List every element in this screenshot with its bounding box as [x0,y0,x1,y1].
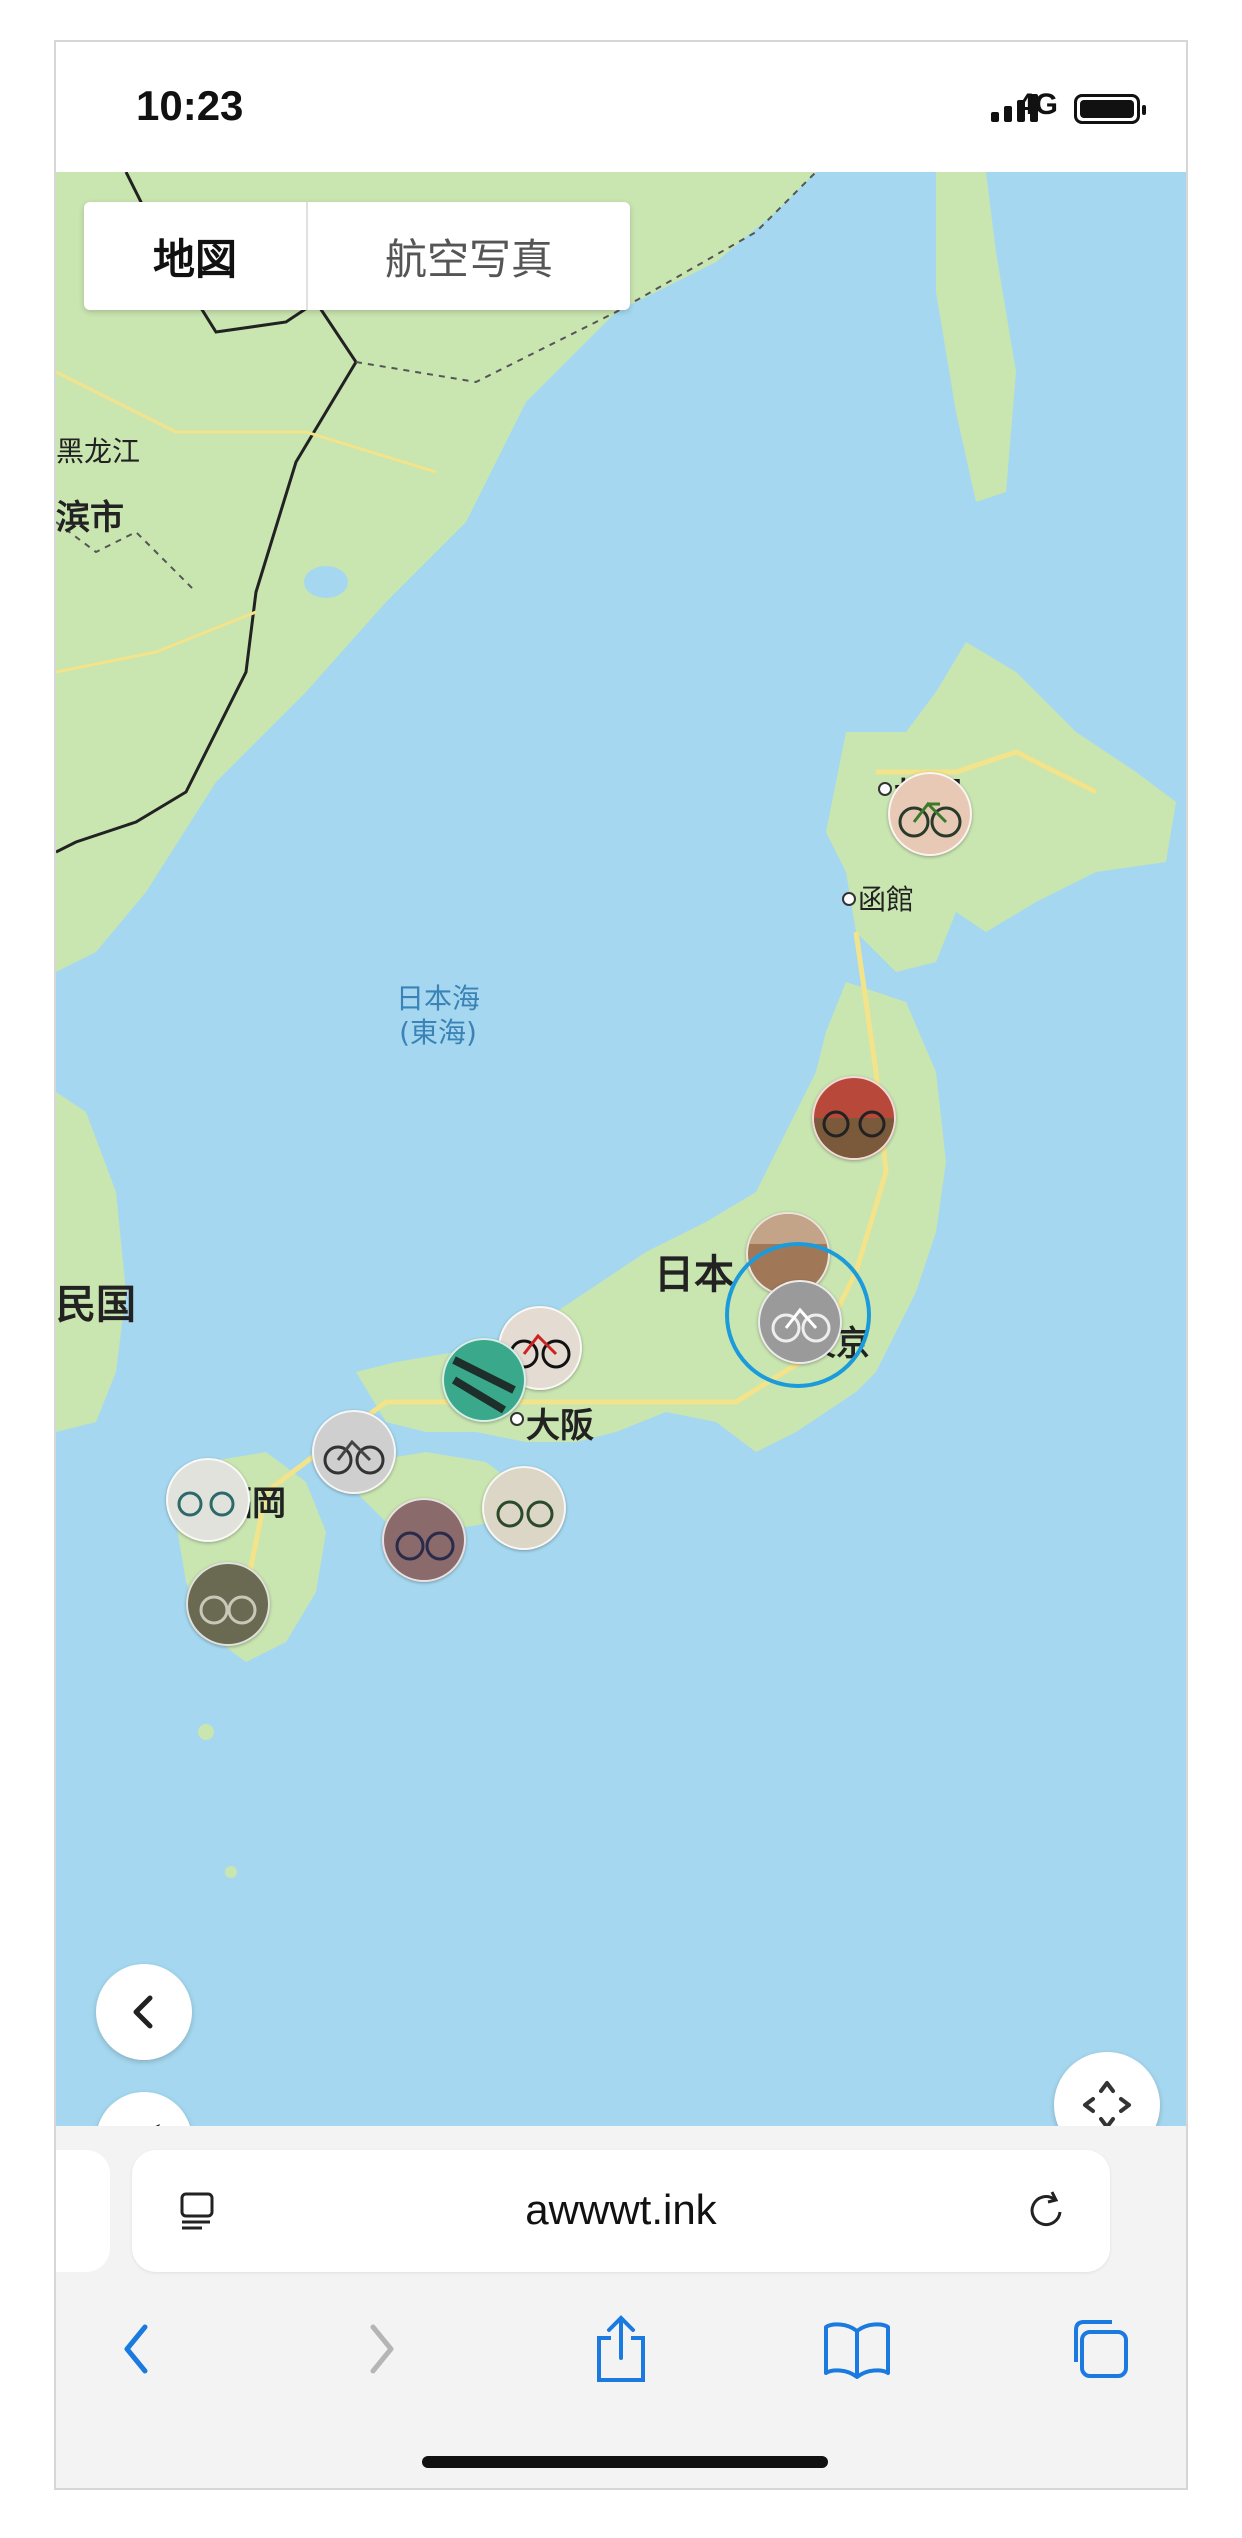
sea-of-japan-name: 日本海 [396,982,481,1015]
location-arrow-icon [155,2124,160,2126]
map-view[interactable]: 地図 航空写真 黑龙江 滨市 札幌 函館 日本海 (東海) 日本 東京 大阪 福… [56,172,1186,2126]
browser-nav-row [56,2304,1186,2394]
previous-tab-edge[interactable] [56,2150,110,2272]
bicycle-icon [177,1491,235,1517]
back-button[interactable] [92,2304,182,2394]
share-button[interactable] [576,2304,666,2394]
bookmarks-icon [824,2322,890,2379]
back-icon [124,2324,148,2374]
map-label-osaka: 大阪 [526,1406,594,1446]
photo-marker-tohoku[interactable] [812,1076,896,1160]
home-indicator [422,2456,828,2468]
map-base [56,172,1176,1878]
photo-marker-green[interactable] [442,1338,526,1422]
tabs-icon [1074,2320,1128,2378]
map-label-sea-of-japan: 日本海 (東海) [396,982,480,1050]
url-text[interactable]: awwwt.ink [132,2186,1110,2234]
photo-marker-chugoku[interactable] [312,1410,396,1494]
map-label-harbin: 滨市 [56,498,124,538]
map-type-option-map[interactable]: 地図 [84,202,308,310]
status-time: 10:23 [136,82,244,129]
forward-icon [370,2324,394,2374]
map-label-korea: 民国 [56,1282,136,1328]
bookmarks-button[interactable] [812,2304,902,2394]
map-back-button[interactable] [96,1964,192,2060]
bicycle-icon [496,1500,554,1528]
battery-icon [1074,94,1146,124]
recenter-arrows-icon [1083,2081,1131,2126]
map-dot-hakodate [842,892,856,906]
map-label-japan: 日本 [654,1252,734,1298]
bicycle-icon [395,1531,455,1561]
bicycle-icon [898,801,962,838]
reload-icon[interactable] [1024,2188,1070,2234]
map-type-toggle: 地図 航空写真 [84,202,630,310]
forward-button[interactable] [336,2304,426,2394]
bicycle-icon [323,1439,385,1475]
photo-marker-shikoku[interactable] [382,1498,466,1582]
photo-marker-kyushu[interactable] [186,1562,270,1646]
bicycle-icon [451,1356,516,1414]
map-label-hakodate: 函館 [858,883,915,916]
selected-marker-ring[interactable] [725,1242,871,1388]
photo-marker-sapporo[interactable] [888,772,972,856]
bicycle-icon [814,1110,894,1158]
phone-screen: 10:23 4G 地図 航空写真 黑龙江 滨市 函館 日本海 (東海) 日本 東… [54,40,1188,2490]
map-type-option-satellite[interactable]: 航空写真 [308,202,630,310]
map-label-heilongjiang: 黑龙江 [56,435,141,468]
bicycle-icon [199,1595,257,1625]
address-bar[interactable]: awwwt.ink [132,2150,1110,2272]
network-type: 4G [1017,88,1058,121]
tabs-button[interactable] [1054,2304,1144,2394]
sea-of-japan-alt-name: (東海) [399,1016,477,1049]
photo-marker-fukuoka[interactable] [166,1458,250,1542]
browser-toolbar: awwwt.ink [56,2126,1186,2488]
status-bar: 10:23 4G [56,42,1186,172]
back-chevron-icon [133,1995,153,2029]
photo-marker-osaka[interactable] [482,1466,566,1550]
share-icon [597,2315,645,2382]
